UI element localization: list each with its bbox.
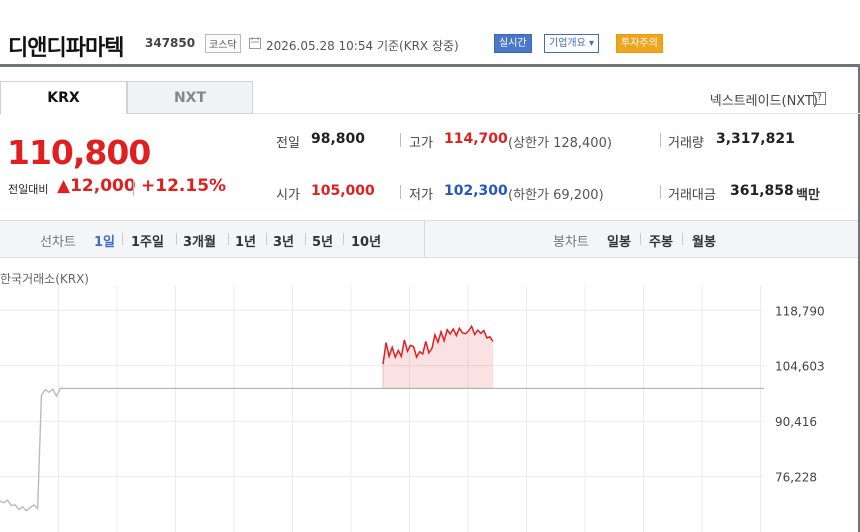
period-separator bbox=[640, 233, 641, 245]
price-chart: 118,790 104,603 90,416 76,228 bbox=[0, 286, 825, 532]
lower-limit: (하한가 69,200) bbox=[508, 188, 604, 203]
change-value: ▲12,000 bbox=[57, 176, 136, 196]
amount-unit: 백만 bbox=[796, 188, 820, 203]
period-3y[interactable]: 3년 bbox=[273, 231, 294, 250]
change-label: 전일대비 bbox=[8, 183, 49, 196]
realtime-badge[interactable]: 실시간 bbox=[494, 34, 532, 53]
clock-icon bbox=[249, 37, 261, 49]
amount-value: 361,858 bbox=[730, 183, 794, 199]
low-value: 102,300 bbox=[444, 183, 508, 199]
period-5y[interactable]: 5년 bbox=[312, 231, 333, 250]
quote-datetime: 2026.05.28 10:54 기준(KRX 장중) bbox=[266, 39, 459, 53]
prev-close-label: 전일 bbox=[276, 136, 300, 151]
help-icon[interactable]: ? bbox=[813, 92, 826, 105]
period-1w[interactable]: 1주일 bbox=[131, 231, 164, 250]
line-chart-label: 선차트 bbox=[40, 235, 76, 250]
header-divider bbox=[0, 64, 860, 67]
period-separator bbox=[305, 233, 306, 245]
prev-close-value: 98,800 bbox=[311, 131, 366, 147]
current-price: 110,800 bbox=[7, 133, 151, 172]
upper-limit: (상한가 128,400) bbox=[508, 136, 612, 151]
change-separator: | bbox=[131, 178, 137, 196]
stat-separator bbox=[400, 185, 401, 199]
stat-separator bbox=[400, 133, 401, 147]
tab-krx[interactable]: KRX bbox=[0, 81, 127, 114]
period-separator bbox=[266, 233, 267, 245]
stat-separator bbox=[660, 133, 661, 147]
investment-caution-badge[interactable]: 투자주의 bbox=[616, 34, 663, 53]
period-10y[interactable]: 10년 bbox=[351, 231, 381, 250]
y-tick-label: 90,416 bbox=[775, 415, 817, 429]
market-tag: 코스닥 bbox=[205, 34, 241, 53]
period-separator bbox=[682, 233, 683, 245]
volume-value: 3,317,821 bbox=[716, 131, 795, 147]
period-separator bbox=[343, 233, 344, 245]
period-bar-divider bbox=[424, 221, 425, 257]
candle-monthly[interactable]: 월봉 bbox=[692, 231, 716, 250]
period-separator bbox=[122, 233, 123, 245]
period-1y[interactable]: 1년 bbox=[235, 231, 256, 250]
period-separator bbox=[176, 233, 177, 245]
history-series-line bbox=[0, 387, 64, 512]
intraday-area-fill bbox=[383, 326, 493, 389]
candle-daily[interactable]: 일봉 bbox=[607, 231, 631, 250]
y-tick-label: 104,603 bbox=[775, 360, 825, 374]
amount-label: 거래대금 bbox=[668, 188, 716, 203]
tab-divider bbox=[253, 113, 860, 114]
stock-code: 347850 bbox=[145, 36, 196, 50]
company-name: 디앤디파마텍 bbox=[8, 36, 124, 61]
y-tick-label: 76,228 bbox=[775, 471, 817, 485]
stock-header: 디앤디파마텍 347850 코스닥 2026.05.28 10:54 기준(KR… bbox=[0, 0, 860, 64]
open-label: 시가 bbox=[276, 188, 300, 203]
chart-period-bar: 선차트 1일 1주일 3개월 1년 3년 5년 10년 봉차트 일봉 주봉 월봉 bbox=[0, 220, 858, 258]
low-label: 저가 bbox=[409, 188, 433, 203]
period-separator bbox=[228, 233, 229, 245]
change-rate: +12.15% bbox=[141, 176, 227, 196]
candle-chart-label: 봉차트 bbox=[553, 235, 589, 250]
volume-label: 거래량 bbox=[668, 136, 704, 151]
period-1d[interactable]: 1일 bbox=[94, 231, 115, 250]
high-value: 114,700 bbox=[444, 131, 508, 147]
chart-exchange-label: 한국거래소(KRX) bbox=[0, 272, 89, 286]
y-tick-label: 118,790 bbox=[775, 304, 825, 318]
period-3m[interactable]: 3개월 bbox=[183, 231, 216, 250]
open-value: 105,000 bbox=[311, 183, 375, 199]
nxt-trade-link[interactable]: 넥스트레이드(NXT) bbox=[710, 90, 818, 109]
tab-nxt[interactable]: NXT bbox=[127, 81, 253, 114]
candle-weekly[interactable]: 주봉 bbox=[649, 231, 673, 250]
stat-separator bbox=[660, 185, 661, 199]
high-label: 고가 bbox=[409, 136, 433, 151]
company-info-dropdown[interactable]: 기업개요 ▾ bbox=[544, 34, 599, 53]
